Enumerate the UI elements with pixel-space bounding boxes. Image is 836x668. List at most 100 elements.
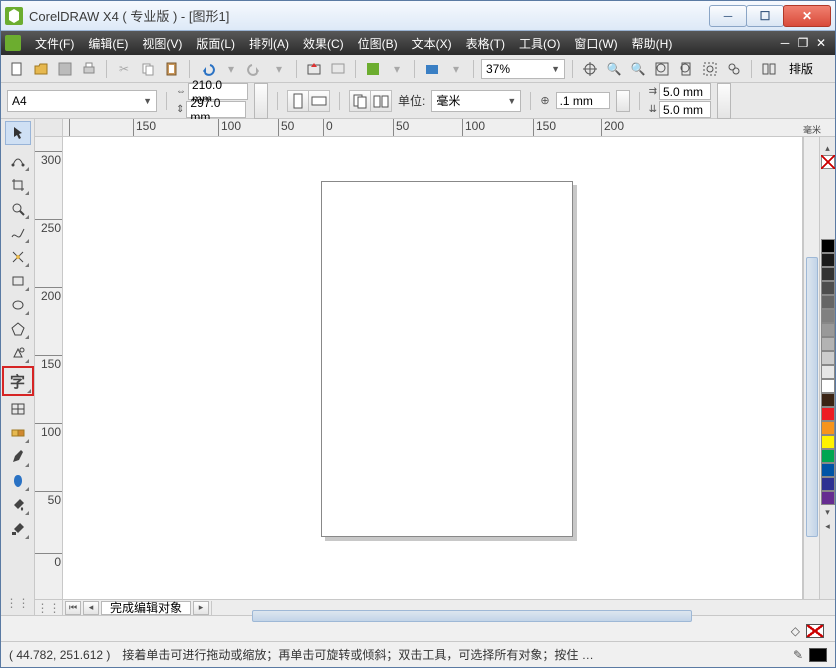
zoom-all-button[interactable] xyxy=(724,59,744,79)
zoom-fit-button[interactable] xyxy=(652,59,672,79)
swatch[interactable] xyxy=(821,337,835,351)
swatch-none[interactable] xyxy=(821,155,835,169)
menu-file[interactable]: 文件(F) xyxy=(29,35,80,52)
all-pages-button[interactable] xyxy=(349,90,371,112)
ruler-vertical[interactable]: 300 250 200 150 100 50 0 xyxy=(35,137,63,599)
maximize-button[interactable]: ☐ xyxy=(746,5,784,27)
welcome-drop[interactable]: ▾ xyxy=(446,59,466,79)
fill-tool[interactable] xyxy=(5,493,31,517)
snap-button[interactable] xyxy=(580,59,600,79)
dupx-input[interactable]: 5.0 mm xyxy=(659,83,711,100)
freehand-tool[interactable] xyxy=(5,221,31,245)
menu-tools[interactable]: 工具(O) xyxy=(513,35,566,52)
zoom-tool[interactable] xyxy=(5,197,31,221)
toolbox-more-icon[interactable]: ⋮⋮ xyxy=(5,591,31,615)
rectangle-tool[interactable] xyxy=(5,269,31,293)
close-button[interactable]: ✕ xyxy=(783,5,831,27)
page-next-button[interactable]: ▸ xyxy=(193,601,209,615)
swatch[interactable] xyxy=(821,379,835,393)
swatch[interactable] xyxy=(821,239,835,253)
app-launcher-button[interactable] xyxy=(363,59,383,79)
portrait-button[interactable] xyxy=(287,90,309,112)
shape-tool[interactable] xyxy=(5,149,31,173)
swatch[interactable] xyxy=(821,421,835,435)
crop-tool[interactable] xyxy=(5,173,31,197)
palette-down-icon[interactable]: ▾ xyxy=(821,505,835,519)
page-options-icon[interactable]: ⋮⋮ xyxy=(35,600,63,616)
swatch[interactable] xyxy=(821,463,835,477)
zoom-page-button[interactable] xyxy=(676,59,696,79)
swatch[interactable] xyxy=(821,253,835,267)
polygon-tool[interactable] xyxy=(5,317,31,341)
swatch[interactable] xyxy=(821,435,835,449)
outline-indicator[interactable] xyxy=(809,648,827,662)
undo-drop-icon[interactable]: ▾ xyxy=(221,59,241,79)
nudge-spinner[interactable] xyxy=(616,90,630,112)
dropper-tool[interactable] xyxy=(5,445,31,469)
doc-close-button[interactable]: ✕ xyxy=(815,37,827,49)
swatch[interactable] xyxy=(821,491,835,505)
zoom-select[interactable]: 37%▼ xyxy=(481,59,565,79)
new-button[interactable] xyxy=(7,59,27,79)
open-button[interactable] xyxy=(31,59,51,79)
swatch[interactable] xyxy=(821,309,835,323)
text-tool[interactable]: 字 xyxy=(3,367,33,395)
menu-window[interactable]: 窗口(W) xyxy=(568,35,623,52)
dupy-input[interactable]: 5.0 mm xyxy=(659,101,711,118)
current-page-button[interactable] xyxy=(370,90,392,112)
doc-minimize-button[interactable]: ─ xyxy=(779,37,791,49)
page-tab[interactable]: 完成编辑对象 xyxy=(101,601,191,615)
typeset-label[interactable]: 排版 xyxy=(783,60,819,77)
swatch[interactable] xyxy=(821,407,835,421)
menu-text[interactable]: 文本(X) xyxy=(406,35,458,52)
fill-indicator[interactable] xyxy=(806,624,824,638)
smart-tool[interactable] xyxy=(5,245,31,269)
drawing-area[interactable] xyxy=(63,137,803,599)
app-launcher-drop[interactable]: ▾ xyxy=(387,59,407,79)
swatch[interactable] xyxy=(821,477,835,491)
copy-button[interactable] xyxy=(138,59,158,79)
dup-spinner[interactable] xyxy=(717,83,731,119)
save-button[interactable] xyxy=(55,59,75,79)
ruler-origin[interactable] xyxy=(35,119,63,137)
redo-button[interactable] xyxy=(245,59,265,79)
palette-up-icon[interactable]: ▴ xyxy=(821,141,835,155)
menu-view[interactable]: 视图(V) xyxy=(136,35,188,52)
interactive-fill-tool[interactable] xyxy=(5,517,31,541)
menu-edit[interactable]: 编辑(E) xyxy=(82,35,134,52)
swatch[interactable] xyxy=(821,393,835,407)
basic-shapes-tool[interactable] xyxy=(5,341,31,365)
import-button[interactable] xyxy=(304,59,324,79)
landscape-button[interactable] xyxy=(308,90,330,112)
table-tool[interactable] xyxy=(5,397,31,421)
zoom-out-button[interactable]: 🔍 xyxy=(628,59,648,79)
unit-select[interactable]: 毫米▼ xyxy=(431,90,521,112)
menu-arrange[interactable]: 排列(A) xyxy=(243,35,295,52)
swatch[interactable] xyxy=(821,365,835,379)
paste-button[interactable] xyxy=(162,59,182,79)
paper-select[interactable]: A4▼ xyxy=(7,90,157,112)
welcome-button[interactable] xyxy=(422,59,442,79)
page-height-input[interactable]: 297.0 mm xyxy=(186,101,246,118)
zoom-sel-button[interactable] xyxy=(700,59,720,79)
ellipse-tool[interactable] xyxy=(5,293,31,317)
page-prev-button[interactable]: ◂ xyxy=(83,601,99,615)
swatch[interactable] xyxy=(821,267,835,281)
print-button[interactable] xyxy=(79,59,99,79)
cut-button[interactable]: ✂ xyxy=(114,59,134,79)
swatch[interactable] xyxy=(821,449,835,463)
page-first-button[interactable]: ⏮ xyxy=(65,601,81,615)
menu-table[interactable]: 表格(T) xyxy=(460,35,511,52)
export-button[interactable] xyxy=(328,59,348,79)
interactive-tool[interactable] xyxy=(5,421,31,445)
swatch[interactable] xyxy=(821,323,835,337)
palette-flyout-icon[interactable]: ◂ xyxy=(821,519,835,533)
doc-restore-button[interactable]: ❐ xyxy=(797,37,809,49)
redo-drop-icon[interactable]: ▾ xyxy=(269,59,289,79)
ruler-horizontal[interactable]: 150 100 50 0 50 100 150 200 xyxy=(63,119,803,137)
minimize-button[interactable]: ─ xyxy=(709,5,747,27)
menu-effects[interactable]: 效果(C) xyxy=(297,35,350,52)
pick-tool[interactable] xyxy=(5,121,31,145)
nudge-input[interactable]: .1 mm xyxy=(556,92,610,109)
zoom-in-button[interactable]: 🔍 xyxy=(604,59,624,79)
